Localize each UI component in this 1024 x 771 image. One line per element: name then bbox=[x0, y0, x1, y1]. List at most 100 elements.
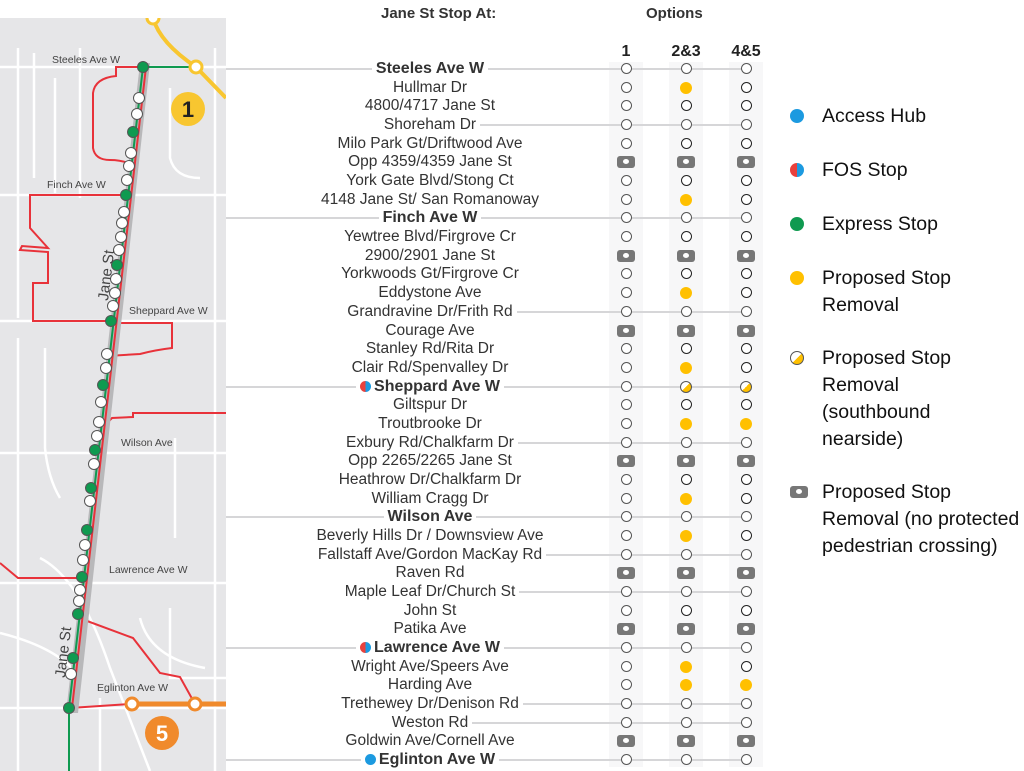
no-crossing-icon bbox=[790, 485, 808, 503]
stop-name-text: Beverly Hills Dr / Downsview Ave bbox=[316, 527, 544, 544]
map-leader-line bbox=[226, 516, 266, 519]
stop-row: Harding Ave bbox=[0, 675, 780, 694]
legend-label: Proposed Stop Removal bbox=[822, 267, 952, 316]
stop-row: Exbury Rd/Chalkfarm Dr bbox=[0, 433, 780, 452]
retained-stop-marker bbox=[620, 754, 632, 766]
stop-name-text: Trethewey Dr/Denison Rd bbox=[341, 695, 519, 713]
no-crossing-removal-marker bbox=[737, 567, 755, 580]
retained-stop-marker bbox=[680, 231, 692, 243]
stop-name-text: Grandravine Dr/Frith Rd bbox=[347, 302, 513, 320]
retained-stop-marker bbox=[680, 268, 692, 280]
retained-stop-marker bbox=[740, 193, 752, 205]
stop-name-text: Maple Leaf Dr/Church St bbox=[344, 583, 516, 601]
stop-row: Patika Ave bbox=[0, 619, 780, 638]
stop-name: 4800/4717 Jane St bbox=[270, 96, 590, 115]
retained-stop-marker bbox=[620, 268, 632, 280]
no-crossing-removal-marker bbox=[617, 324, 635, 337]
no-crossing-removal-marker bbox=[677, 249, 695, 262]
proposed-removal-marker bbox=[680, 81, 692, 94]
retained-stop-marker bbox=[680, 586, 692, 598]
retained-stop-marker bbox=[740, 81, 752, 93]
no-crossing-removal-marker bbox=[677, 735, 695, 748]
stop-name: Exbury Rd/Chalkfarm Dr bbox=[270, 433, 590, 452]
retained-stop-marker bbox=[620, 604, 632, 616]
access-hub-icon bbox=[364, 754, 376, 766]
fos-stop-icon bbox=[360, 642, 372, 654]
stop-row: York Gate Blvd/Stong Ct bbox=[0, 171, 780, 190]
southbound-nearside-icon bbox=[790, 351, 807, 369]
retained-stop-marker bbox=[680, 642, 692, 654]
no-crossing-removal-marker bbox=[737, 623, 755, 636]
stop-row: Milo Park Gt/Driftwood Ave bbox=[0, 134, 780, 153]
retained-stop-marker bbox=[620, 193, 632, 205]
stop-row: Yorkwoods Gt/Firgrove Cr bbox=[0, 264, 780, 283]
stop-name: Beverly Hills Dr / Downsview Ave bbox=[270, 526, 590, 545]
retained-stop-marker bbox=[740, 212, 752, 224]
retained-stop-marker bbox=[620, 492, 632, 504]
stop-row: Courage Ave bbox=[0, 321, 780, 340]
retained-stop-marker bbox=[620, 305, 632, 317]
no-crossing-removal-marker bbox=[737, 324, 755, 337]
retained-stop-marker bbox=[680, 100, 692, 112]
stop-name-text: Troutbrooke Dr bbox=[378, 414, 482, 432]
retained-stop-marker bbox=[740, 100, 752, 112]
retained-stop-marker bbox=[620, 119, 632, 131]
retained-stop-marker bbox=[620, 100, 632, 112]
retained-stop-marker bbox=[620, 137, 632, 149]
retained-stop-marker bbox=[680, 175, 692, 187]
stop-name: Finch Ave W bbox=[270, 208, 590, 227]
stop-name-text: Lawrence Ave W bbox=[374, 639, 500, 657]
stop-name: Troutbrooke Dr bbox=[270, 414, 590, 433]
legend-label: Proposed Stop Removal (no protected pede… bbox=[822, 481, 1020, 557]
stop-name: Steeles Ave W bbox=[270, 59, 590, 78]
stop-name-text: Wright Ave/Speers Ave bbox=[351, 657, 509, 675]
southbound-nearside-marker bbox=[740, 380, 752, 393]
retained-stop-marker bbox=[740, 548, 752, 560]
stop-name-text: Heathrow Dr/Chalkfarm Dr bbox=[338, 470, 522, 488]
retained-stop-marker bbox=[740, 698, 752, 710]
fos-stop-icon bbox=[360, 380, 372, 392]
retained-stop-marker bbox=[680, 473, 692, 485]
retained-stop-marker bbox=[740, 716, 752, 728]
proposed-removal-marker bbox=[740, 679, 752, 692]
stop-name: Giltspur Dr bbox=[270, 395, 590, 414]
stop-name-text: Fallstaff Ave/Gordon MacKay Rd bbox=[317, 545, 543, 563]
retained-stop-marker bbox=[680, 604, 692, 616]
map-leader-line bbox=[226, 68, 266, 70]
stop-row: Finch Ave W bbox=[0, 208, 780, 227]
retained-stop-marker bbox=[620, 343, 632, 355]
stop-name-text: Sheppard Ave W bbox=[374, 377, 500, 395]
no-crossing-removal-marker bbox=[677, 156, 695, 169]
stop-row: 4800/4717 Jane St bbox=[0, 96, 780, 115]
retained-stop-marker bbox=[620, 175, 632, 187]
stop-row: John St bbox=[0, 601, 780, 620]
retained-stop-marker bbox=[680, 399, 692, 411]
retained-stop-marker bbox=[620, 231, 632, 243]
retained-stop-marker bbox=[620, 660, 632, 672]
retained-stop-marker bbox=[740, 268, 752, 280]
stop-row: Eddystone Ave bbox=[0, 283, 780, 302]
stop-row: William Cragg Dr bbox=[0, 489, 780, 508]
retained-stop-marker bbox=[740, 137, 752, 149]
proposed-removal-marker bbox=[680, 193, 692, 206]
retained-stop-marker bbox=[740, 604, 752, 616]
no-crossing-removal-marker bbox=[677, 324, 695, 337]
legend-label: FOS Stop bbox=[822, 159, 908, 181]
retained-stop-marker bbox=[620, 287, 632, 299]
access-hub-icon bbox=[790, 109, 807, 127]
stop-name: Clair Rd/Spenvalley Dr bbox=[270, 358, 590, 377]
no-crossing-removal-marker bbox=[737, 249, 755, 262]
stop-name: Wilson Ave bbox=[270, 507, 590, 526]
proposed-removal-marker bbox=[680, 361, 692, 374]
stop-name-text: Finch Ave W bbox=[382, 209, 478, 227]
station-marker bbox=[145, 18, 161, 26]
stop-row: Raven Rd bbox=[0, 563, 780, 582]
stop-name-text: Giltspur Dr bbox=[392, 396, 468, 414]
proposed-removal-icon bbox=[790, 271, 807, 289]
stop-name: Eddystone Ave bbox=[270, 283, 590, 302]
stop-name-text: 4800/4717 Jane St bbox=[364, 97, 496, 115]
stop-row: Clair Rd/Spenvalley Dr bbox=[0, 358, 780, 377]
stop-row: Beverly Hills Dr / Downsview Ave bbox=[0, 526, 780, 545]
no-crossing-removal-marker bbox=[737, 455, 755, 468]
stop-name-text: Milo Park Gt/Driftwood Ave bbox=[337, 134, 523, 152]
